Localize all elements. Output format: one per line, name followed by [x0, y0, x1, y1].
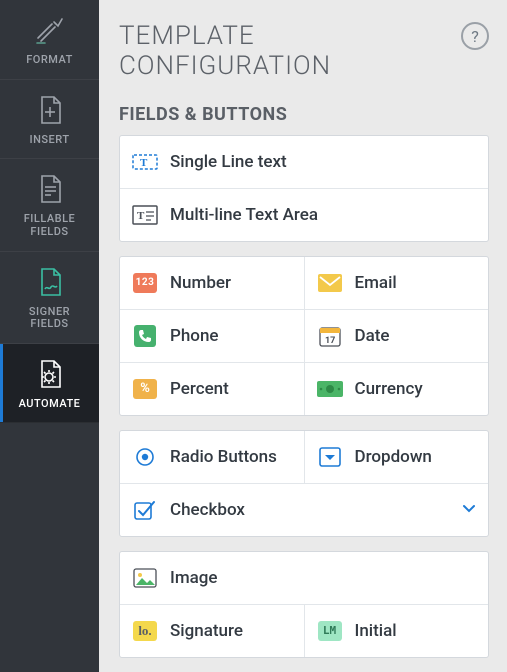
sidebar-item-label: FORMAT: [26, 54, 73, 67]
svg-text:T: T: [137, 210, 145, 222]
image-icon: [132, 567, 158, 589]
field-number[interactable]: 123 Number: [120, 257, 304, 309]
group-media-fields: Image lo. Signature LM Initial: [119, 551, 489, 658]
insert-icon: [32, 94, 68, 126]
email-icon: [317, 272, 343, 294]
field-label: Multi-line Text Area: [170, 205, 318, 225]
field-label: Dropdown: [355, 447, 432, 467]
sidebar-item-label: SIGNER FIELDS: [29, 306, 70, 331]
field-date[interactable]: 17 Date: [304, 310, 489, 362]
sidebar-item-format[interactable]: FORMAT: [0, 0, 99, 80]
field-radio-buttons[interactable]: Radio Buttons: [120, 431, 304, 483]
sidebar-item-insert[interactable]: INSERT: [0, 80, 99, 160]
field-label: Checkbox: [170, 500, 245, 520]
field-dropdown[interactable]: Dropdown: [304, 431, 489, 483]
field-image[interactable]: Image: [120, 552, 488, 604]
sidebar-item-signer-fields[interactable]: SIGNER FIELDS: [0, 252, 99, 344]
field-email[interactable]: Email: [304, 257, 489, 309]
group-data-fields: 123 Number Email Phone 17 Date: [119, 256, 489, 416]
signature-icon: lo.: [132, 620, 158, 642]
field-label: Phone: [170, 326, 219, 346]
sidebar-item-fillable-fields[interactable]: FILLABLE FIELDS: [0, 159, 99, 251]
main-panel: TEMPLATE CONFIGURATION ? FIELDS & BUTTON…: [99, 0, 507, 672]
field-label: Radio Buttons: [170, 447, 277, 467]
signer-fields-icon: [32, 266, 68, 298]
panel-header: TEMPLATE CONFIGURATION ?: [119, 22, 489, 82]
field-label: Image: [170, 568, 218, 588]
field-label: Email: [355, 273, 397, 293]
field-signature[interactable]: lo. Signature: [120, 605, 304, 657]
field-phone[interactable]: Phone: [120, 310, 304, 362]
sidebar-item-label: FILLABLE FIELDS: [24, 213, 76, 238]
date-icon: 17: [317, 325, 343, 347]
multi-line-text-icon: T: [132, 204, 158, 226]
sidebar-item-label: INSERT: [29, 134, 69, 147]
field-label: Signature: [170, 621, 243, 641]
help-button[interactable]: ?: [461, 22, 489, 50]
phone-icon: [132, 325, 158, 347]
field-single-line-text[interactable]: T Single Line text: [120, 136, 488, 188]
field-label: Currency: [355, 379, 423, 399]
field-label: Initial: [355, 621, 397, 641]
field-multi-line-text[interactable]: T Multi-line Text Area: [120, 189, 488, 241]
field-percent[interactable]: % Percent: [120, 363, 304, 415]
dropdown-icon: [317, 446, 343, 468]
field-label: Single Line text: [170, 152, 287, 172]
automate-icon: [32, 358, 68, 390]
svg-text:17: 17: [325, 336, 335, 346]
field-label: Percent: [170, 379, 229, 399]
percent-icon: %: [132, 378, 158, 400]
fillable-fields-icon: [32, 173, 68, 205]
checkbox-icon: [132, 499, 158, 521]
page-title: TEMPLATE CONFIGURATION: [119, 22, 331, 82]
field-label: Number: [170, 273, 231, 293]
number-icon: 123: [132, 272, 158, 294]
field-checkbox[interactable]: Checkbox: [120, 484, 488, 536]
field-initial[interactable]: LM Initial: [304, 605, 489, 657]
group-text-fields: T Single Line text T Multi-line Text Are…: [119, 135, 489, 242]
initial-icon: LM: [317, 620, 343, 642]
field-label: Date: [355, 326, 390, 346]
radio-icon: [132, 446, 158, 468]
sidebar-item-label: AUTOMATE: [19, 398, 81, 411]
currency-icon: [317, 378, 343, 400]
sidebar: FORMAT INSERT FILLABLE FIELDS SIGNER FIE…: [0, 0, 99, 672]
chevron-down-icon: [462, 502, 476, 518]
section-title: FIELDS & BUTTONS: [119, 104, 489, 125]
help-icon: ?: [471, 27, 479, 46]
field-currency[interactable]: Currency: [304, 363, 489, 415]
group-choice-fields: Radio Buttons Dropdown Checkbox: [119, 430, 489, 537]
single-line-text-icon: T: [132, 151, 158, 173]
sidebar-item-automate[interactable]: AUTOMATE: [0, 344, 99, 424]
svg-text:T: T: [140, 157, 148, 169]
format-icon: [32, 14, 68, 46]
